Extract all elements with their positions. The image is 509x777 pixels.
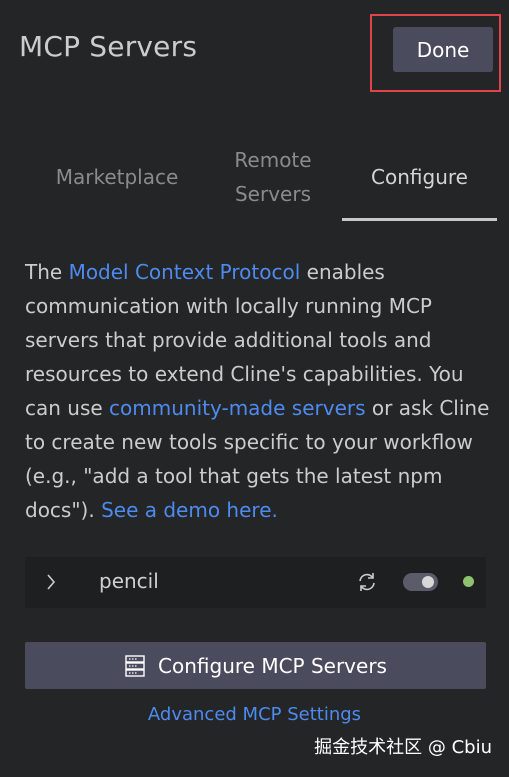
tab-configure-label: Configure [371, 164, 468, 189]
demo-link[interactable]: See a demo here. [101, 498, 278, 522]
chevron-right-icon[interactable] [43, 571, 59, 593]
tab-marketplace[interactable]: Marketplace [42, 135, 192, 219]
toggle-knob [422, 576, 434, 588]
server-name: pencil [99, 569, 159, 593]
description-text-1: The [25, 260, 69, 284]
watermark-text: 掘金技术社区 @ Cbiu [314, 737, 492, 758]
done-button[interactable]: Done [393, 27, 493, 72]
mcp-servers-panel: MCP Servers Done Marketplace Remote Serv… [0, 0, 509, 777]
server-row-pencil[interactable]: pencil [25, 557, 486, 608]
description-paragraph: The Model Context Protocol enables commu… [25, 255, 490, 527]
page-title: MCP Servers [19, 30, 198, 63]
server-enabled-toggle[interactable] [403, 573, 438, 591]
server-icon [125, 654, 145, 677]
tab-remote-servers-label: Remote Servers [234, 143, 311, 211]
tab-remote-servers[interactable]: Remote Servers [214, 135, 332, 219]
advanced-mcp-settings-link[interactable]: Advanced MCP Settings [0, 704, 509, 725]
refresh-icon[interactable] [355, 570, 379, 594]
configure-mcp-servers-button[interactable]: Configure MCP Servers [25, 642, 486, 689]
status-indicator-dot [463, 576, 474, 587]
tab-configure[interactable]: Configure [342, 135, 497, 221]
tab-bar: Marketplace Remote Servers Configure [28, 135, 498, 221]
tab-marketplace-label: Marketplace [55, 165, 179, 189]
community-servers-link[interactable]: community-made servers [109, 396, 365, 420]
configure-mcp-servers-label: Configure MCP Servers [158, 653, 387, 678]
tab-remote-line2: Servers [234, 182, 311, 206]
model-context-protocol-link[interactable]: Model Context Protocol [69, 260, 301, 284]
tab-remote-line1: Remote [234, 148, 312, 172]
